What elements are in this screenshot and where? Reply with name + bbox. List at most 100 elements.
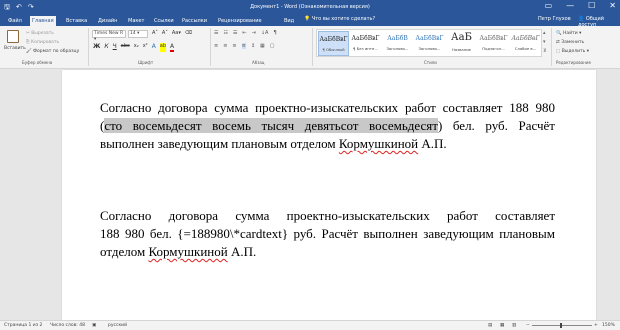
more-styles-icon[interactable]: ⊻ (543, 47, 547, 56)
p2-line-3-b: А.П. (227, 244, 257, 259)
tab-insert[interactable]: Вставка (64, 16, 89, 26)
zoom-in-icon[interactable]: + (594, 323, 598, 328)
pilcrow-icon[interactable]: ¶ (273, 30, 276, 36)
style-sample: АаБбВвГ (511, 35, 540, 42)
replace-button[interactable]: ⇄ Заменить (556, 38, 589, 47)
status-bar: Страница 1 из 2 Число слов: 48 ▣ русский… (0, 320, 620, 330)
align-left-icon[interactable]: ≡ (214, 43, 218, 49)
font-group-label: Шрифт (138, 60, 154, 65)
zoom-out-icon[interactable]: − (526, 323, 530, 328)
find-button[interactable]: 🔍 Найти ▾ (556, 29, 589, 38)
style-subtle-emphasis[interactable]: АаБбВвГ Слабое в... (510, 31, 541, 56)
close-button[interactable]: ✕ (609, 1, 616, 10)
change-case-button[interactable]: Aa▾ (172, 30, 181, 36)
bold-button[interactable]: Ж (93, 43, 100, 52)
style-no-spacing[interactable]: АаБбВвГ ¶ Без инте... (350, 31, 381, 56)
bullets-icon[interactable]: ☰ (214, 30, 218, 36)
zoom-slider-knob[interactable] (560, 323, 562, 328)
font-family-select[interactable]: Times New R ▾ (92, 30, 126, 42)
subscript-button[interactable]: x₂ (134, 43, 139, 52)
read-mode-icon[interactable]: ▤ (488, 323, 492, 328)
borders-icon[interactable]: ▢ (270, 43, 275, 49)
sort-icon[interactable]: ↓A (261, 30, 269, 36)
zoom-slider[interactable] (532, 323, 592, 328)
strikethrough-button[interactable]: abc (121, 43, 130, 52)
text-effects-button[interactable]: A (152, 43, 156, 52)
selected-text: сто восемьдесят восемь тысяч девятьсот в… (104, 118, 438, 133)
superscript-button[interactable]: x² (143, 43, 148, 52)
tab-layout[interactable]: Макет (126, 16, 146, 26)
highlight-button[interactable]: ab (159, 43, 167, 52)
editing-group-label: Редактирование (556, 60, 591, 65)
page-count[interactable]: Страница 1 из 2 (4, 323, 42, 328)
style-heading-1[interactable]: АаБбВ Заголово... (382, 31, 413, 56)
separator (551, 28, 552, 66)
web-layout-icon[interactable]: ▥ (512, 323, 516, 328)
italic-button[interactable]: К (104, 43, 108, 52)
multilevel-list-icon[interactable]: ☰ (233, 30, 237, 36)
ribbon-display-icon[interactable]: ▭ (545, 1, 553, 10)
decrease-indent-icon[interactable]: ⇤ (242, 30, 246, 36)
copy-label: Копировать (31, 40, 60, 45)
tab-view[interactable]: Вид (282, 16, 296, 26)
clipboard-items: ✂ Вырезать ⎘ Копировать 🖌 Формат по обра… (26, 29, 79, 56)
align-center-icon[interactable]: ≡ (223, 43, 227, 49)
tab-home[interactable]: Главная (30, 16, 56, 26)
minimize-button[interactable]: — (566, 1, 574, 10)
style-heading-2[interactable]: АаБбВвГ Заголово... (414, 31, 445, 56)
numbering-icon[interactable]: ☷ (223, 30, 227, 36)
language[interactable]: русский (108, 323, 127, 328)
zoom-level[interactable]: 150% (602, 323, 615, 328)
paragraph-1[interactable]: Согласно договора сумма проектно-изыскат… (100, 99, 555, 153)
window-title: Документ1 - Word (Ознакомительная версия… (250, 4, 370, 10)
styles-scroll[interactable]: ▴ ▾ ⊻ (543, 29, 547, 56)
grow-font-button[interactable]: A˄ (152, 30, 158, 36)
select-button[interactable]: ⬚ Выделить ▾ (556, 47, 589, 56)
tab-file[interactable]: Файл (6, 16, 24, 26)
print-layout-icon[interactable]: ▦ (500, 323, 504, 328)
clipboard-icon (7, 30, 19, 43)
style-name: Заголово... (386, 46, 409, 51)
font-color-button[interactable]: A (170, 43, 175, 52)
font-size-select[interactable]: 14 ▾ (128, 30, 148, 38)
ribbon-tabs: Файл Главная Вставка Дизайн Макет Ссылки… (0, 14, 620, 28)
style-name: Слабое в... (514, 46, 537, 51)
underline-button[interactable]: Ч (113, 43, 117, 52)
document-page[interactable]: Согласно договора сумма проектно-изыскат… (62, 70, 596, 328)
proofing-icon[interactable]: ▣ (92, 323, 96, 328)
styles-gallery: АаБбВвГ ¶ Обычный АаБбВвГ ¶ Без инте... … (316, 29, 542, 57)
user-name[interactable]: Петр Глухов (538, 16, 571, 22)
shrink-font-button[interactable]: A˅ (162, 30, 168, 36)
justify-icon[interactable]: ≡ (241, 43, 246, 49)
tab-references[interactable]: Ссылки (152, 16, 176, 26)
style-subtitle[interactable]: АаБбВвГ Подзагол... (478, 31, 509, 56)
p1-line-2-rest: ) бел. руб. Расчёт (437, 118, 555, 133)
style-title[interactable]: АаБ Название (446, 31, 477, 56)
line-spacing-icon[interactable]: ↕ (251, 43, 255, 49)
tab-design[interactable]: Дизайн (96, 16, 119, 26)
p1-line-2: (сто восемьдесят восемь тысяч девятьсот … (100, 117, 555, 135)
window-controls: ▭ — ☐ ✕ (545, 1, 616, 10)
align-right-icon[interactable]: ≡ (232, 43, 236, 49)
chevron-down-icon[interactable]: ▾ (543, 38, 547, 47)
paste-button[interactable]: Вставить (4, 28, 26, 51)
style-sample: АаБбВвГ (351, 35, 380, 42)
chevron-up-icon[interactable]: ▴ (543, 29, 547, 38)
word-count[interactable]: Число слов: 48 (50, 323, 85, 328)
tell-me-search[interactable]: 💡 Что вы хотите сделать? (304, 16, 375, 22)
paragraph-2[interactable]: Согласно договора сумма проектно-изыскат… (100, 207, 555, 261)
p1-line-3-a: выполнен заведующим плановым отделом (100, 136, 339, 151)
style-name: Подзагол... (482, 46, 505, 51)
tab-review[interactable]: Рецензирование (216, 16, 264, 26)
shading-icon[interactable]: ▦ (260, 43, 265, 49)
style-normal[interactable]: АаБбВвГ ¶ Обычный (318, 31, 349, 56)
style-sample: АаБбВвГ (415, 35, 444, 42)
format-painter-button[interactable]: 🖌 Формат по образцу (26, 47, 79, 56)
maximize-button[interactable]: ☐ (588, 1, 595, 10)
tab-mailings[interactable]: Рассылки (180, 16, 209, 26)
cut-button[interactable]: ✂ Вырезать (26, 29, 79, 38)
increase-indent-icon[interactable]: ⇥ (252, 30, 256, 36)
p2-line-3-a: отделом (100, 244, 149, 259)
copy-button[interactable]: ⎘ Копировать (26, 38, 79, 47)
clear-formatting-button[interactable]: ⌫ (185, 30, 192, 36)
